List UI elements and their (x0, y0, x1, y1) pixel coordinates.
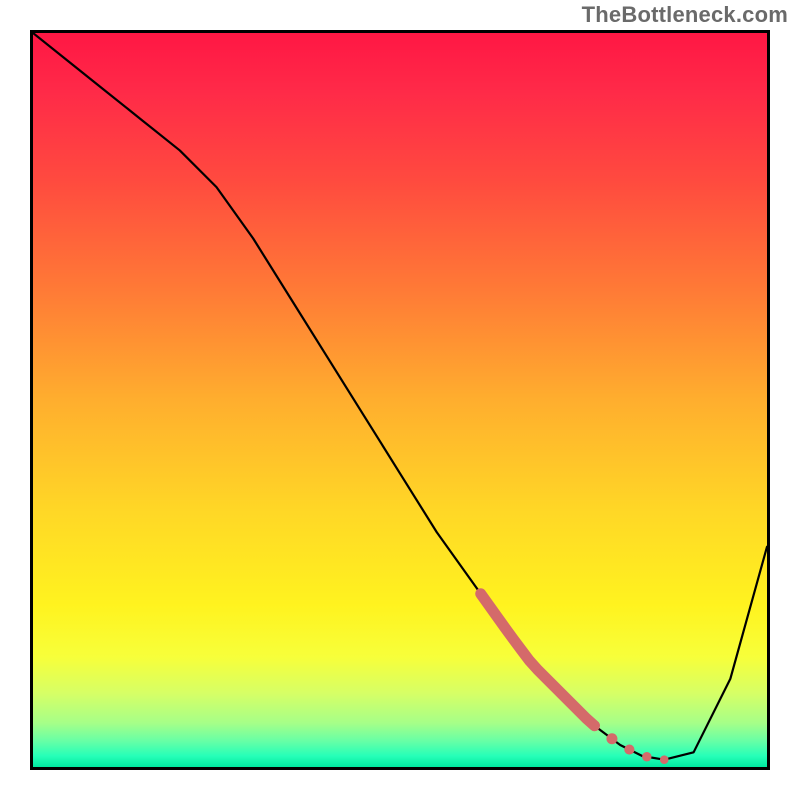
watermark-text: TheBottleneck.com (582, 2, 788, 28)
plot-area (30, 30, 770, 770)
highlight-segment (481, 594, 595, 726)
curve-layer (33, 33, 767, 767)
bottleneck-curve (33, 33, 767, 760)
chart-container: TheBottleneck.com (0, 0, 800, 800)
